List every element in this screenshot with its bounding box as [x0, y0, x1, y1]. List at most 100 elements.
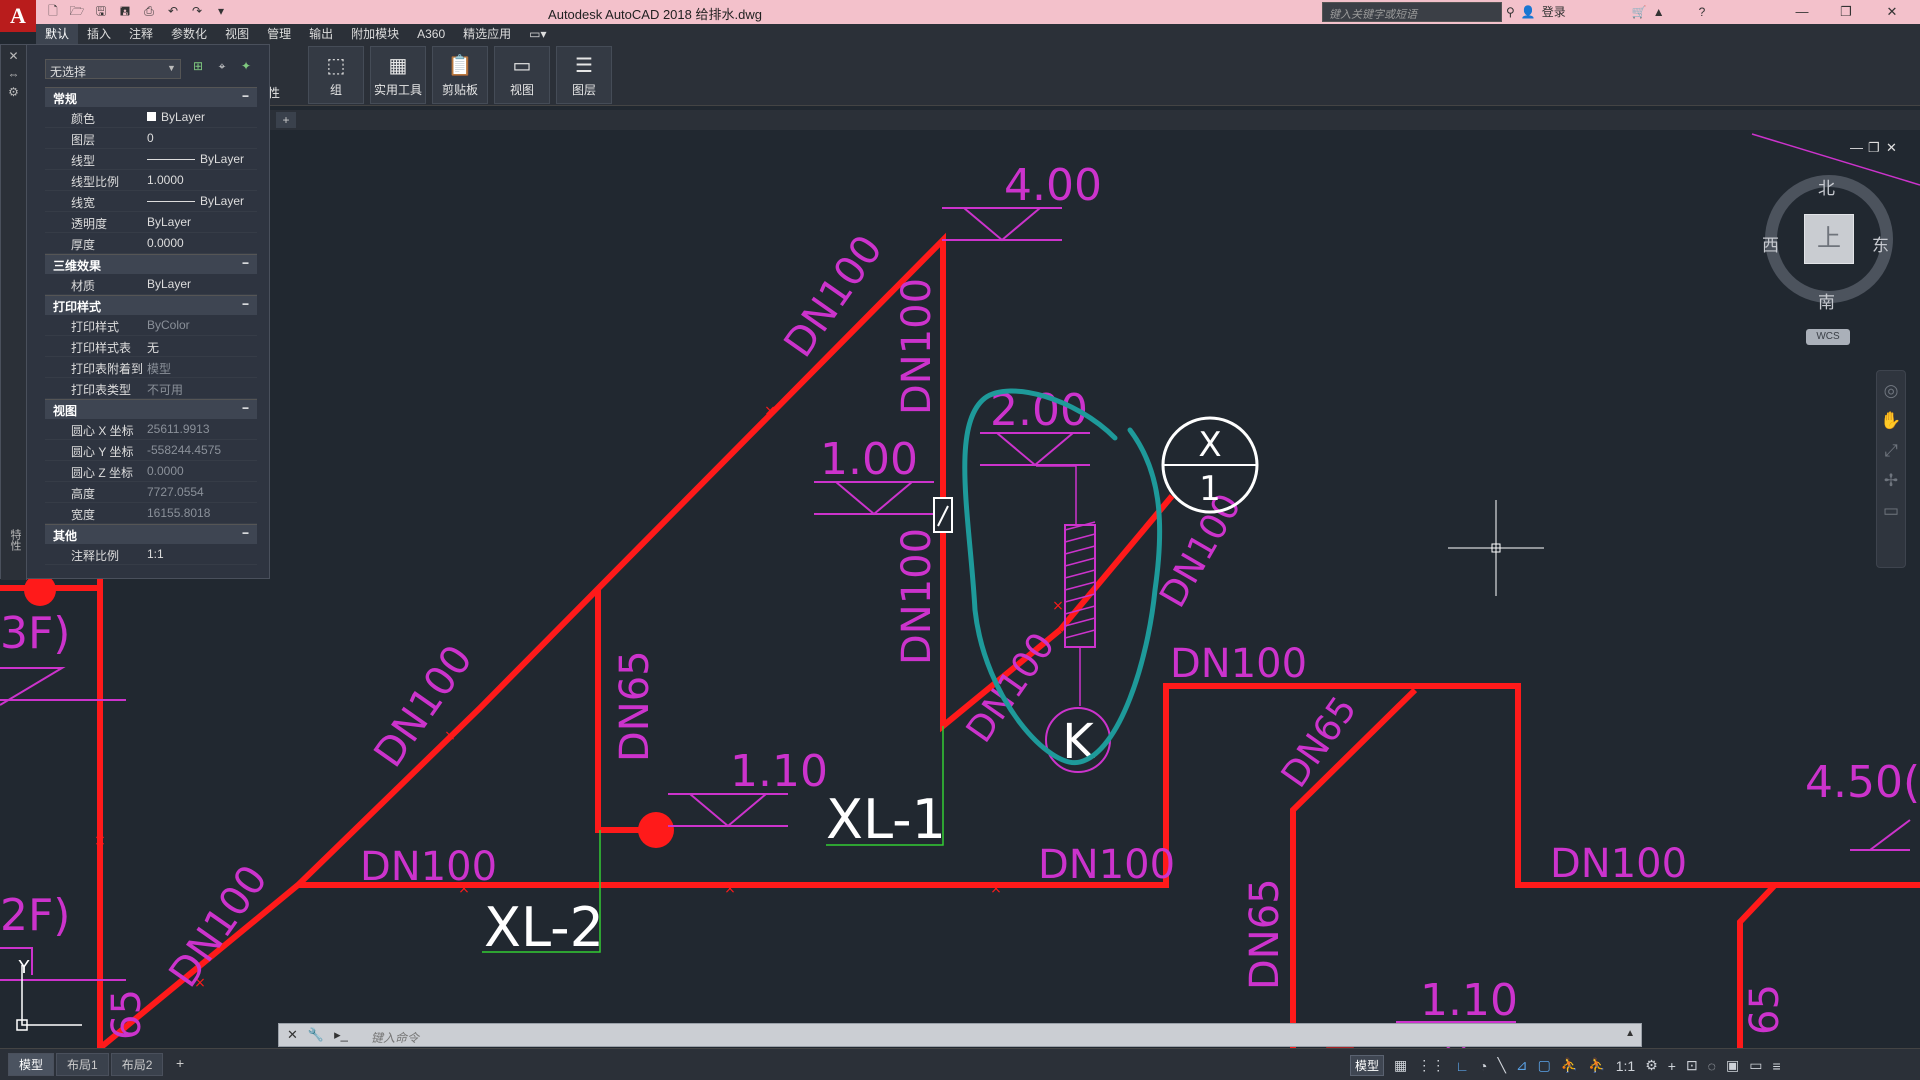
close-icon[interactable]: ✕: [1, 49, 26, 63]
collapse-icon[interactable]: −: [242, 297, 249, 311]
annotation-monitor-icon[interactable]: +: [1668, 1058, 1676, 1074]
layout-tab-1[interactable]: 布局1: [56, 1053, 109, 1076]
zoom-icon[interactable]: ⤢: [1877, 441, 1905, 461]
chevron-down-icon[interactable]: ▼: [167, 63, 176, 73]
layout-tab-2[interactable]: 布局2: [110, 1053, 164, 1076]
cart-icon[interactable]: 🛒: [1632, 5, 1647, 19]
property-value[interactable]: ByLayer: [147, 149, 257, 169]
command-history-icon[interactable]: ▲: [1625, 1028, 1635, 1039]
property-value[interactable]: ByLayer: [147, 107, 257, 127]
ribbon-tab-2[interactable]: 注释: [120, 24, 162, 44]
ribbon-button-clipboard[interactable]: 📋 剪贴板: [432, 46, 488, 104]
ribbon-tab-1[interactable]: 插入: [78, 24, 120, 44]
property-row[interactable]: 线宽 ByLayer: [45, 191, 257, 212]
property-row[interactable]: 厚度 0.0000: [45, 233, 257, 254]
property-row[interactable]: 高度 7727.0554: [45, 482, 257, 503]
property-value[interactable]: 不可用: [147, 378, 257, 398]
viewport-minimize-icon[interactable]: —: [1850, 140, 1863, 155]
property-value[interactable]: ByLayer: [147, 191, 257, 211]
pickadd-icon[interactable]: ⊞: [189, 59, 207, 77]
property-row[interactable]: 打印样式 ByColor: [45, 315, 257, 336]
property-row[interactable]: 线型 ByLayer: [45, 149, 257, 170]
add-layout-button[interactable]: +: [176, 1055, 184, 1071]
property-value[interactable]: 0.0000: [147, 461, 257, 481]
property-value[interactable]: 模型: [147, 357, 257, 377]
command-prompt-icon[interactable]: ▸_: [334, 1027, 348, 1043]
units-icon[interactable]: ⊡: [1686, 1057, 1698, 1074]
viewcube-west[interactable]: 西: [1762, 231, 1779, 256]
ribbon-tab-5[interactable]: 管理: [258, 24, 300, 44]
ribbon-button-layers[interactable]: ☰ 图层: [556, 46, 612, 104]
customize-menu-icon[interactable]: ≡: [1772, 1058, 1780, 1074]
pan-icon[interactable]: ✋: [1877, 411, 1905, 431]
ribbon-button-calculator[interactable]: ▦ 实用工具: [370, 46, 426, 104]
quick-select-icon[interactable]: ✦: [237, 59, 255, 77]
ortho-icon[interactable]: ∟: [1455, 1058, 1469, 1074]
section-header[interactable]: 常规 −: [45, 87, 257, 107]
collapse-icon[interactable]: −: [242, 256, 249, 270]
autohide-icon[interactable]: ⇔: [1, 67, 26, 81]
orbit-icon[interactable]: ✢: [1877, 471, 1905, 491]
collapse-icon[interactable]: −: [242, 401, 249, 415]
property-row[interactable]: 线型比例 1.0000: [45, 170, 257, 191]
isodraft-icon[interactable]: ╲: [1497, 1057, 1505, 1074]
close-button[interactable]: ✕: [1870, 0, 1914, 24]
annotation-scale[interactable]: 1:1: [1616, 1058, 1635, 1074]
property-row[interactable]: 圆心 Z 坐标 0.0000: [45, 461, 257, 482]
polar-icon[interactable]: ◔: [1479, 1058, 1487, 1074]
property-value[interactable]: 25611.9913: [147, 419, 257, 439]
new-tab-button[interactable]: +: [276, 112, 296, 128]
command-close-icon[interactable]: ✕: [287, 1027, 298, 1043]
property-value[interactable]: ByLayer: [147, 274, 257, 294]
property-value[interactable]: 1.0000: [147, 170, 257, 190]
annotation-visibility-icon[interactable]: ⛹: [1561, 1057, 1578, 1074]
ribbon-tab-4[interactable]: 视图: [216, 24, 258, 44]
viewport-restore-icon[interactable]: ❐: [1868, 140, 1880, 156]
ribbon-tab-7[interactable]: 附加模块: [342, 24, 408, 44]
a360-icon[interactable]: ▲: [1653, 5, 1665, 19]
otrack-icon[interactable]: ▢: [1538, 1057, 1551, 1074]
ribbon-tab-9[interactable]: 精选应用: [454, 24, 520, 44]
property-row[interactable]: 打印表附着到 模型: [45, 357, 257, 378]
section-header[interactable]: 打印样式 −: [45, 295, 257, 315]
layout-tab-0[interactable]: 模型: [8, 1053, 55, 1076]
minimize-button[interactable]: —: [1780, 0, 1824, 24]
search-input[interactable]: 键入关键字或短语: [1322, 2, 1502, 22]
property-value[interactable]: 7727.0554: [147, 482, 257, 502]
property-row[interactable]: 图层 0: [45, 128, 257, 149]
property-row[interactable]: 打印样式表 无: [45, 336, 257, 357]
application-menu-button[interactable]: A: [0, 0, 36, 32]
property-value[interactable]: ByLayer: [147, 212, 257, 232]
wrench-icon[interactable]: 🔧: [308, 1027, 324, 1043]
viewcube-north[interactable]: 北: [1818, 174, 1835, 199]
property-row[interactable]: 颜色 ByLayer: [45, 107, 257, 128]
workspace-gear-icon[interactable]: ⚙: [1645, 1057, 1658, 1074]
property-row[interactable]: 材质 ByLayer: [45, 274, 257, 295]
hardware-acceleration-icon[interactable]: ▣: [1726, 1057, 1739, 1074]
section-header[interactable]: 三维效果 −: [45, 254, 257, 274]
section-header[interactable]: 其他 −: [45, 524, 257, 544]
ribbon-tab-6[interactable]: 输出: [300, 24, 342, 44]
ribbon-button-group[interactable]: ⬚ 组: [308, 46, 364, 104]
auto-scale-icon[interactable]: ⛹: [1588, 1057, 1605, 1074]
property-value[interactable]: 0: [147, 128, 257, 148]
command-input[interactable]: 键入命令: [371, 1029, 419, 1046]
viewcube-top-face[interactable]: 上: [1804, 214, 1854, 264]
property-row[interactable]: 透明度 ByLayer: [45, 212, 257, 233]
binoculars-icon[interactable]: ⚲: [1506, 5, 1515, 19]
property-value[interactable]: -558244.4575: [147, 440, 257, 460]
property-value[interactable]: 无: [147, 336, 257, 356]
ribbon-tab-0[interactable]: 默认: [36, 24, 79, 44]
property-value[interactable]: 0.0000: [147, 233, 257, 253]
selection-dropdown[interactable]: 无选择: [45, 59, 181, 79]
property-row[interactable]: 注释比例 1:1: [45, 544, 257, 565]
showmotion-icon[interactable]: ▭: [1877, 501, 1905, 521]
select-objects-icon[interactable]: ⌖: [213, 59, 231, 77]
model-space-button[interactable]: 模型: [1350, 1055, 1385, 1076]
collapse-icon[interactable]: −: [242, 526, 249, 540]
property-row[interactable]: 圆心 Y 坐标 -558244.4575: [45, 440, 257, 461]
collapse-icon[interactable]: −: [242, 89, 249, 103]
property-value[interactable]: ByColor: [147, 315, 257, 335]
wcs-menu[interactable]: WCS: [1806, 329, 1850, 345]
isolate-icon[interactable]: ◌: [1708, 1058, 1716, 1074]
